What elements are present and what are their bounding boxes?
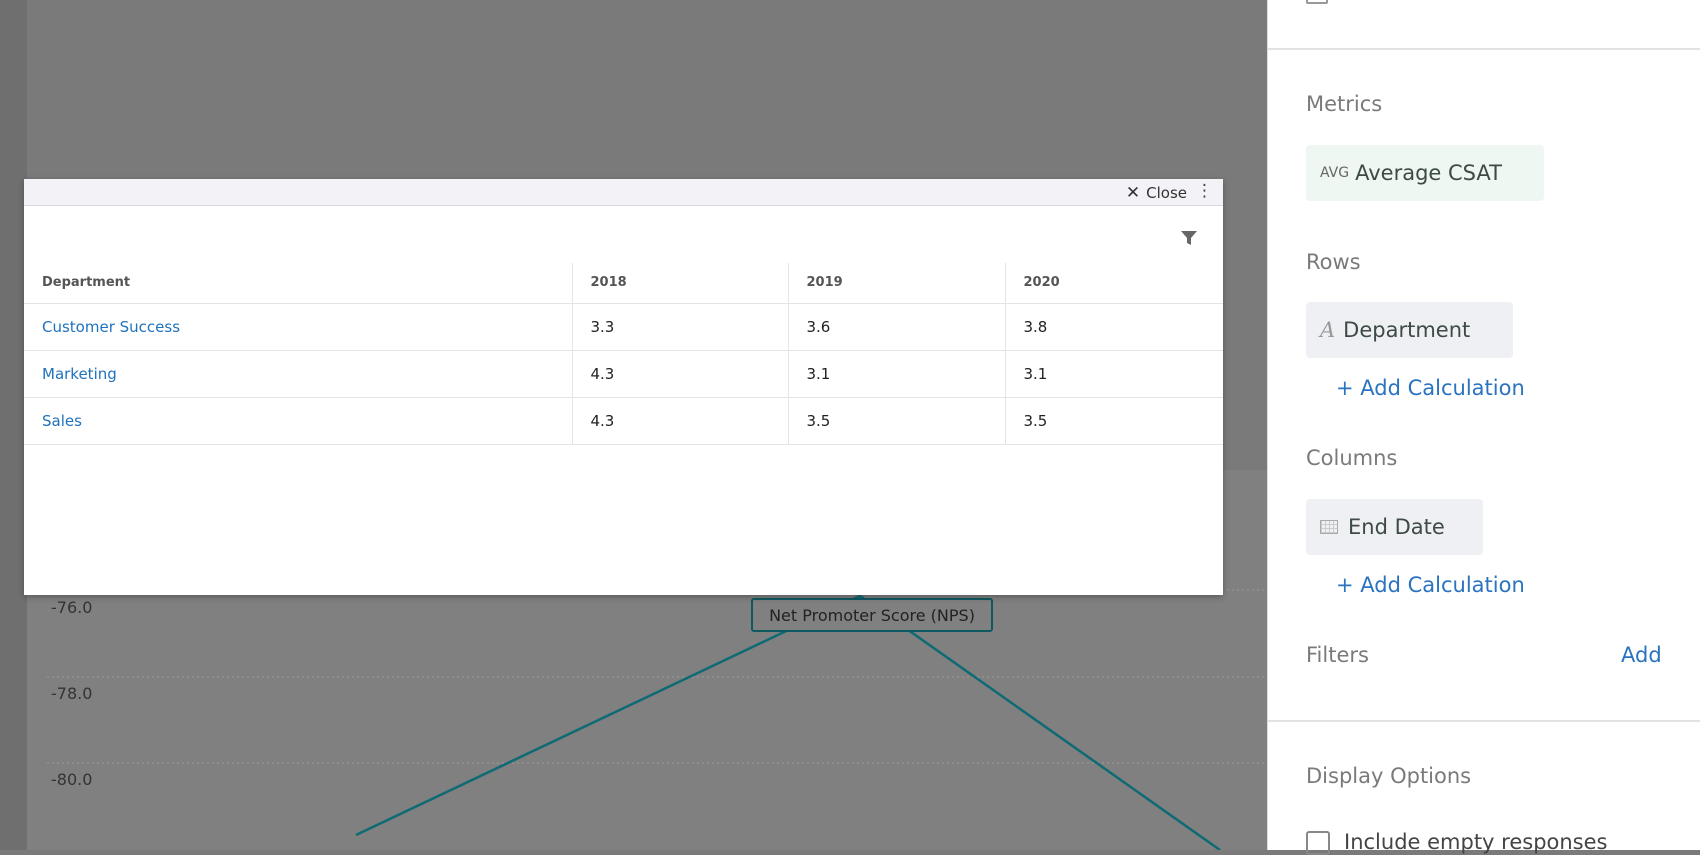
settings-panel: Metrics AVG Average CSAT Rows A Department… bbox=[1267, 0, 1700, 855]
include-empty-checkbox[interactable] bbox=[1306, 831, 1330, 855]
divider bbox=[1268, 48, 1700, 50]
include-empty-label: Include empty responses bbox=[1344, 830, 1608, 854]
rows-title: Rows bbox=[1306, 250, 1361, 274]
col-header[interactable]: 2019 bbox=[787, 263, 1005, 304]
add-calculation-columns[interactable]: + Add Calculation bbox=[1336, 573, 1525, 597]
table-header-row: Department 2018 2019 2020 bbox=[24, 263, 1223, 304]
display-options-title: Display Options bbox=[1306, 764, 1472, 788]
column-field-name: End Date bbox=[1348, 515, 1445, 539]
data-table: Department 2018 2019 2020 Customer Succe… bbox=[24, 263, 1223, 445]
checkbox[interactable] bbox=[1306, 0, 1328, 4]
table-row: Marketing 4.3 3.1 3.1 bbox=[24, 350, 1223, 398]
cell: 3.1 bbox=[787, 350, 1005, 398]
column-field-chip[interactable]: End Date bbox=[1306, 499, 1483, 555]
department-link[interactable]: Marketing bbox=[24, 350, 572, 398]
col-header[interactable]: 2020 bbox=[1004, 263, 1223, 304]
add-filter-link[interactable]: Add bbox=[1621, 643, 1662, 667]
filter-icon[interactable] bbox=[1181, 231, 1197, 245]
table-row: Sales 4.3 3.5 3.5 bbox=[24, 397, 1223, 445]
y-tick: -76.0 bbox=[51, 598, 93, 617]
cell: 3.6 bbox=[787, 303, 1005, 351]
col-header[interactable]: 2018 bbox=[571, 263, 788, 304]
nps-line bbox=[355, 594, 1221, 850]
left-edge bbox=[0, 0, 27, 850]
avg-label: AVG bbox=[1320, 165, 1350, 181]
modal-header: ✕ Close ⋮ bbox=[24, 179, 1223, 206]
more-options-icon[interactable]: ⋮ bbox=[1196, 181, 1213, 201]
row-field-name: Department bbox=[1343, 318, 1471, 342]
cell: 4.3 bbox=[571, 350, 788, 398]
columns-title: Columns bbox=[1306, 446, 1398, 470]
divider bbox=[1268, 720, 1700, 722]
cell: 3.5 bbox=[787, 397, 1005, 445]
col-header[interactable]: Department bbox=[24, 263, 572, 304]
department-link[interactable]: Sales bbox=[24, 397, 572, 445]
cell: 3.1 bbox=[1004, 350, 1223, 398]
row-field-chip[interactable]: A Department bbox=[1306, 302, 1513, 358]
cell: 3.8 bbox=[1004, 303, 1223, 351]
cell: 4.3 bbox=[571, 397, 788, 445]
calendar-icon bbox=[1320, 520, 1338, 534]
close-button[interactable]: ✕ Close bbox=[1126, 183, 1187, 203]
metrics-title: Metrics bbox=[1306, 92, 1383, 116]
cell: 3.5 bbox=[1004, 397, 1223, 445]
close-icon: ✕ bbox=[1125, 183, 1141, 203]
text-field-icon: A bbox=[1320, 318, 1336, 342]
metric-chip[interactable]: AVG Average CSAT bbox=[1306, 145, 1544, 201]
y-tick: -78.0 bbox=[51, 684, 93, 703]
metric-name: Average CSAT bbox=[1355, 161, 1502, 185]
add-calculation-rows[interactable]: + Add Calculation bbox=[1336, 376, 1525, 400]
series-label: Net Promoter Score (NPS) bbox=[751, 598, 993, 632]
y-tick: -80.0 bbox=[51, 770, 93, 789]
filters-title: Filters bbox=[1306, 643, 1369, 667]
department-link[interactable]: Customer Success bbox=[24, 303, 572, 351]
data-table-modal: ✕ Close ⋮ Department 2018 2019 2020 Custo… bbox=[24, 179, 1223, 595]
cell: 3.3 bbox=[571, 303, 788, 351]
close-label: Close bbox=[1146, 184, 1187, 202]
table-row: Customer Success 3.3 3.6 3.8 bbox=[24, 303, 1223, 351]
